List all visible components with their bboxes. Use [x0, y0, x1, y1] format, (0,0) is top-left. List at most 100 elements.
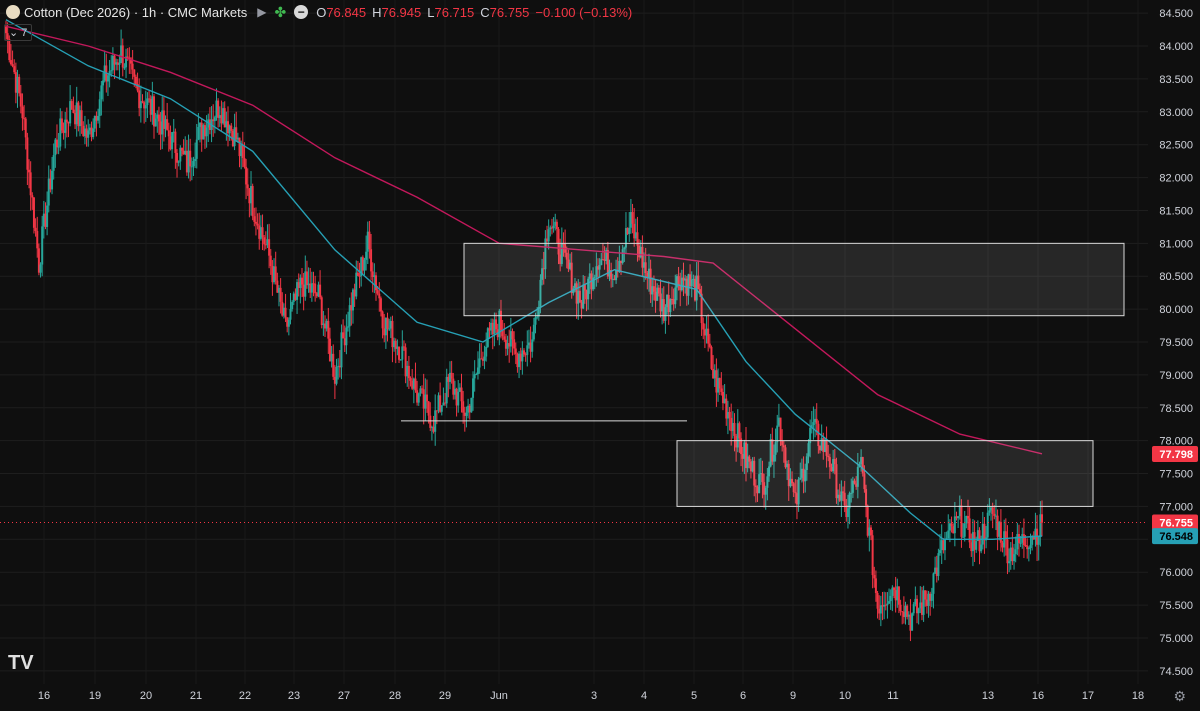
candle-body	[28, 169, 31, 173]
candle	[470, 397, 473, 413]
candle-body	[26, 137, 29, 170]
low-label: L	[427, 4, 435, 20]
indicators-toggle[interactable]: ⌄ 7	[4, 24, 33, 41]
candle-body	[888, 601, 891, 604]
x-tick-label: 28	[389, 690, 401, 702]
candle	[710, 345, 713, 371]
minus-icon[interactable]: −	[294, 5, 309, 19]
candle-body	[470, 397, 473, 413]
candle-body	[776, 425, 779, 443]
candle-body	[932, 573, 935, 594]
candle-body	[930, 593, 933, 601]
candle-body	[245, 166, 248, 185]
price-axis[interactable]: 74.50075.00075.50076.00076.50077.00077.5…	[1148, 0, 1200, 706]
candle-body	[555, 221, 558, 229]
candle-body	[1019, 542, 1022, 544]
y-tick-label: 80.000	[1159, 304, 1193, 316]
candle-body	[460, 387, 463, 402]
candle-body	[960, 505, 963, 537]
candle-body	[485, 346, 488, 357]
candle-body	[251, 186, 254, 217]
candle-body	[141, 101, 144, 103]
candle-body	[279, 287, 282, 302]
y-tick-label: 81.500	[1159, 205, 1193, 217]
resistance-zone[interactable]	[463, 242, 1125, 317]
resistance-zone[interactable]	[676, 440, 1094, 507]
gear-icon[interactable]: ⚙	[1173, 688, 1186, 705]
candle-body	[171, 132, 174, 150]
y-tick-label: 82.500	[1159, 140, 1193, 152]
candle-body	[911, 613, 914, 631]
candle-body	[708, 343, 711, 347]
candle-body	[261, 227, 264, 238]
close-value: 76.755	[489, 4, 530, 20]
candle-body	[407, 365, 410, 379]
candle-body	[70, 101, 73, 110]
candle-body	[1027, 547, 1030, 550]
x-tick-label: 10	[839, 690, 851, 702]
candle-body	[427, 401, 430, 416]
candle-body	[11, 64, 14, 67]
candle-body	[192, 161, 195, 167]
symbol-title[interactable]: Cotton (Dec 2026) · 1h · CMC Markets	[24, 5, 247, 20]
price-chart[interactable]: 74.50075.00075.50076.00076.50077.00077.5…	[0, 0, 1200, 706]
candle-body	[197, 127, 200, 140]
candle-body	[355, 272, 358, 297]
candle-body	[254, 221, 257, 224]
candle-body	[72, 109, 75, 113]
tradingview-logo[interactable]: TV	[8, 652, 34, 675]
flag-icon[interactable]: ▶	[257, 5, 266, 19]
x-tick-label: 13	[982, 690, 994, 702]
candle-body	[733, 422, 736, 436]
candle-body	[873, 575, 876, 579]
candle-body	[513, 339, 516, 349]
candle-body	[414, 378, 417, 391]
chart-root[interactable]: 74.50075.00075.50076.00076.50077.00077.5…	[0, 0, 1200, 706]
candle-body	[269, 255, 272, 267]
y-tick-label: 79.500	[1159, 337, 1193, 349]
candle-body	[937, 553, 940, 576]
candle-body	[953, 516, 956, 534]
candle-body	[523, 350, 525, 355]
candle-body	[475, 374, 478, 376]
candle-body	[815, 418, 818, 424]
y-tick-label: 74.500	[1159, 666, 1193, 678]
candle-body	[39, 264, 42, 273]
symbol-icon[interactable]	[6, 5, 20, 19]
candle-body	[32, 197, 35, 228]
y-tick-label: 80.500	[1159, 271, 1193, 283]
high-label: H	[372, 4, 382, 20]
candle-body	[511, 331, 514, 340]
candle-body	[465, 412, 468, 416]
open-value: 76.845	[326, 4, 367, 20]
candle-body	[195, 139, 198, 159]
candle-body	[253, 216, 256, 222]
y-tick-label: 78.000	[1159, 436, 1193, 448]
y-tick-label: 75.500	[1159, 600, 1193, 612]
candle-body	[65, 119, 68, 123]
candle-body	[98, 99, 101, 116]
candle-body	[532, 324, 535, 340]
candle-body	[963, 523, 966, 537]
x-tick-label: 22	[239, 690, 251, 702]
candle-body	[126, 56, 129, 58]
candle-body	[289, 309, 292, 320]
x-tick-label: 3	[591, 690, 597, 702]
candle-body	[950, 523, 953, 527]
candle-body	[194, 158, 197, 162]
candle-body	[18, 76, 21, 94]
candle-body	[631, 212, 634, 224]
candle-body	[728, 411, 731, 418]
candle-body	[166, 119, 169, 131]
candle-body	[417, 393, 420, 403]
candle-body	[1017, 534, 1020, 543]
x-tick-label: 16	[1032, 690, 1044, 702]
clover-icon[interactable]: ✤	[274, 4, 286, 21]
candle-body	[1006, 539, 1009, 564]
candle-body	[531, 339, 534, 352]
candle-body	[478, 358, 481, 368]
candle-body	[939, 550, 942, 554]
candle-body	[388, 328, 391, 330]
candle-body	[398, 346, 401, 360]
candle-body	[9, 60, 12, 65]
